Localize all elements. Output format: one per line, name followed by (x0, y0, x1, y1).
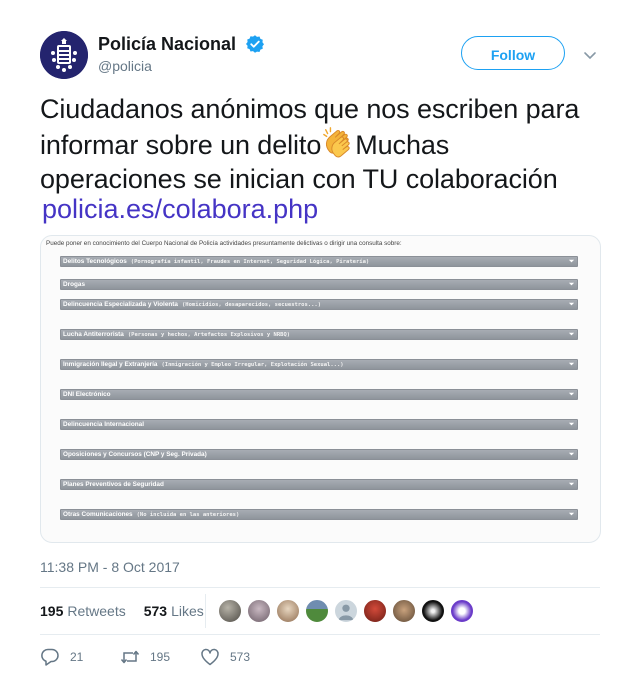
image-category-detail: (No incluida en las anteriores) (136, 512, 240, 518)
retweets-label: Retweets (67, 603, 126, 619)
clapping-hands-icon (323, 127, 350, 158)
retweet-count: 195 (150, 650, 171, 664)
image-category-bar: Drogas (60, 279, 578, 290)
image-category-bar: Delitos Tecnológicos (Pornografía infanti… (60, 256, 578, 267)
likes-stat[interactable]: 573 Likes (144, 603, 204, 619)
name-block: Policía Nacional @policia (98, 33, 265, 75)
image-category-detail: (Personas y hechos, Artefactos Explosivo… (127, 332, 291, 338)
liker-avatar[interactable] (363, 599, 387, 623)
image-intro-text: Puede poner en conocimiento del Cuerpo N… (46, 240, 402, 247)
reply-icon (41, 648, 59, 666)
retweets-stat[interactable]: 195 Retweets (40, 603, 126, 619)
image-category-detail: (Inmigración y Empleo Irregular, Explota… (161, 362, 344, 368)
image-category-label: Lucha Antiterrorista (Personas y hechos, … (63, 331, 291, 338)
tweet-timestamp[interactable]: 11:38 PM - 8 Oct 2017 (40, 558, 180, 576)
retweet-icon (120, 650, 140, 664)
liker-avatar[interactable] (305, 599, 329, 623)
image-category-label: Delincuencia Internacional (63, 421, 144, 428)
like-count: 573 (230, 650, 251, 664)
image-category-bar: Inmigración Ilegal y Extranjería (Inmigra… (60, 359, 578, 370)
reply-count: 21 (70, 650, 84, 664)
divider (205, 594, 206, 628)
liker-avatar[interactable] (334, 599, 358, 623)
follow-button[interactable]: Follow (461, 36, 565, 70)
image-category-label: Otras Comunicaciones (No incluida en las … (63, 511, 240, 518)
tweet-text-fragment: informar sobre un delito (40, 130, 322, 160)
expand-arrow-icon (568, 362, 575, 366)
image-category-label: Inmigración Ilegal y Extranjería (Inmigra… (63, 361, 344, 368)
tweet-text: Ciudadanos anónimos que nos escriben par… (40, 92, 605, 196)
avatar[interactable] (40, 31, 88, 79)
display-name[interactable]: Policía Nacional (98, 33, 236, 55)
likes-label: Likes (171, 603, 204, 619)
expand-arrow-icon (568, 452, 575, 456)
default-avatar-icon (338, 604, 354, 621)
image-category-detail: (Pornografía infantil, Fraudes en Intern… (130, 259, 370, 265)
tweet-text-fragment: Muchas (355, 130, 450, 160)
expand-arrow-icon (568, 259, 575, 263)
image-category-label: DNI Electrónico (63, 391, 111, 398)
image-category-detail: (Homicidios, desaparecidos, secuestros..… (181, 302, 322, 308)
retweet-button[interactable]: 195 (120, 647, 190, 667)
expand-arrow-icon (568, 482, 575, 486)
liker-avatar[interactable] (247, 599, 271, 623)
tweet-header: Policía Nacional @policia Follow (40, 31, 600, 81)
tweet-text-line: informar sobre un delito Muchas (40, 126, 605, 162)
image-category-bar: Delincuencia Especializada y Violenta (Ho… (60, 299, 578, 310)
image-category-bar: Otras Comunicaciones (No incluida en las … (60, 509, 578, 520)
image-category-bar: Lucha Antiterrorista (Personas y hechos, … (60, 329, 578, 340)
tweet-text-line: operaciones se inician con TU colaboraci… (40, 164, 558, 194)
image-category-label: Drogas (63, 281, 86, 288)
like-button[interactable]: 573 (200, 647, 270, 667)
liker-avatar[interactable] (218, 599, 242, 623)
verified-badge-icon (245, 35, 264, 53)
image-category-bar: Planes Preventivos de Seguridad (60, 479, 578, 490)
image-category-label: Planes Preventivos de Seguridad (63, 481, 164, 488)
liker-avatar[interactable] (421, 599, 445, 623)
tweet-text-line: Ciudadanos anónimos que nos escriben par… (40, 94, 580, 124)
image-category-bar: Delincuencia Internacional (60, 419, 578, 430)
image-category-bar: Oposiciones y Concursos (CNP y Seg. Priv… (60, 449, 578, 460)
likes-count: 573 (143, 603, 168, 619)
police-emblem-icon (40, 31, 88, 79)
tweet-image[interactable]: Puede poner en conocimiento del Cuerpo N… (40, 235, 601, 543)
expand-arrow-icon (568, 332, 575, 336)
expand-arrow-icon (568, 282, 575, 286)
liker-avatar[interactable] (450, 599, 474, 623)
image-category-bar: DNI Electrónico (60, 389, 578, 400)
reply-button[interactable]: 21 (40, 647, 100, 667)
heart-icon (201, 648, 219, 666)
liker-avatar[interactable] (392, 599, 416, 623)
divider (40, 634, 600, 635)
tweet-stats: 195 Retweets 573 Likes (40, 602, 204, 620)
image-category-label: Delincuencia Especializada y Violenta (Ho… (63, 301, 322, 308)
liker-avatar[interactable] (276, 599, 300, 623)
image-category-label: Oposiciones y Concursos (CNP y Seg. Priv… (63, 451, 207, 458)
expand-arrow-icon (568, 302, 575, 306)
divider (40, 587, 600, 588)
retweets-count: 195 (40, 603, 64, 619)
expand-arrow-icon (568, 422, 575, 426)
expand-arrow-icon (568, 512, 575, 516)
chevron-down-icon[interactable] (582, 47, 598, 63)
expand-arrow-icon (568, 392, 575, 396)
image-category-label: Delitos Tecnológicos (Pornografía infanti… (63, 258, 370, 265)
tweet-link[interactable]: policia.es/colabora.php (42, 192, 318, 226)
handle[interactable]: @policia (98, 57, 265, 75)
